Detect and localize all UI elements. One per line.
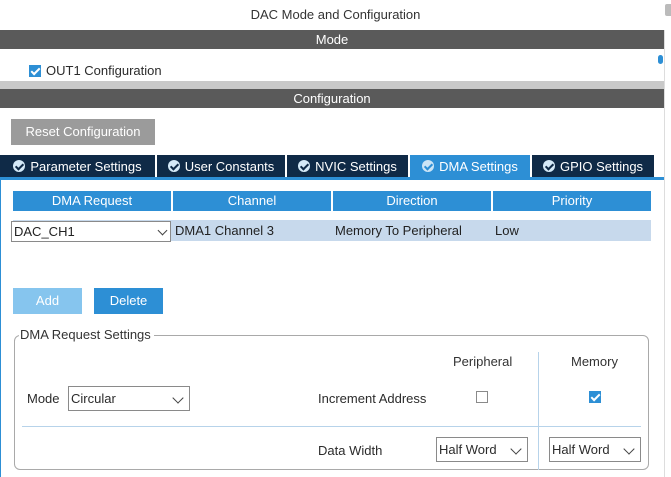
column-header-direction[interactable]: Direction (333, 191, 493, 211)
settings-tabs: Parameter Settings User Constants NVIC S… (0, 155, 664, 177)
tab-parameter-settings[interactable]: Parameter Settings (0, 155, 157, 177)
cell-direction[interactable]: Memory To Peripheral (333, 220, 493, 241)
tab-label: NVIC Settings (315, 158, 397, 174)
tab-gpio-settings[interactable]: GPIO Settings (532, 155, 656, 177)
mode-scrollbar[interactable] (657, 49, 664, 83)
cell-priority[interactable]: Low (493, 220, 651, 241)
dma-request-settings-title: DMA Request Settings (19, 327, 154, 342)
check-circle-icon (167, 160, 180, 172)
column-header-priority[interactable]: Priority (493, 191, 651, 211)
dma-request-value: DAC_CH1 (14, 224, 75, 239)
data-width-peripheral-select[interactable]: Half Word (436, 437, 528, 462)
scrollbar-thumb[interactable] (658, 55, 663, 64)
column-divider (538, 352, 539, 470)
out1-label: OUT1 Configuration (46, 63, 162, 78)
dma-request-select[interactable]: DAC_CH1 (11, 221, 171, 242)
increment-memory-checkbox[interactable] (589, 391, 601, 403)
delete-button[interactable]: Delete (94, 288, 163, 314)
tab-dma-settings[interactable]: DMA Settings (410, 155, 532, 177)
tab-label: GPIO Settings (559, 158, 644, 174)
data-width-memory-select[interactable]: Half Word (549, 437, 641, 462)
tab-label: Parameter Settings (30, 158, 142, 174)
column-header-channel[interactable]: Channel (173, 191, 333, 211)
mode-panel-divider[interactable] (0, 81, 664, 89)
right-edge-strip (664, 30, 671, 477)
chevron-down-icon (172, 392, 184, 404)
increment-peripheral-checkbox[interactable] (476, 391, 488, 403)
mode-label: Mode (27, 391, 60, 406)
tab-user-constants[interactable]: User Constants (157, 155, 287, 177)
tab-label: DMA Settings (439, 158, 518, 174)
check-circle-icon (298, 160, 311, 172)
out1-configuration-option[interactable]: OUT1 Configuration (29, 63, 162, 78)
tab-nvic-settings[interactable]: NVIC Settings (287, 155, 410, 177)
window-title: DAC Mode and Configuration (0, 0, 671, 30)
check-circle-icon (542, 160, 555, 172)
peripheral-column-header: Peripheral (453, 354, 513, 369)
check-circle-icon (13, 160, 26, 172)
increment-address-label: Increment Address (318, 391, 427, 406)
memory-column-header: Memory (571, 354, 618, 369)
data-width-label: Data Width (318, 443, 383, 458)
data-width-memory-value: Half Word (552, 442, 610, 457)
table-header-row: DMA Request Channel Direction Priority (13, 191, 651, 211)
reset-configuration-button[interactable]: Reset Configuration (11, 119, 155, 145)
chevron-down-icon (157, 225, 168, 236)
mode-value: Circular (71, 391, 116, 406)
chevron-down-icon (510, 443, 522, 455)
mode-select[interactable]: Circular (68, 386, 190, 411)
column-header-dma-request[interactable]: DMA Request (13, 191, 173, 211)
mode-section-header: Mode (0, 30, 664, 49)
window-corner-marker (665, 4, 671, 16)
row-divider (22, 426, 641, 427)
tab-label: User Constants (184, 158, 275, 174)
chevron-down-icon (623, 443, 635, 455)
check-circle-icon (422, 160, 435, 172)
out1-checkbox[interactable] (29, 64, 41, 77)
configuration-section-header: Configuration (0, 89, 664, 108)
cell-channel: DMA1 Channel 3 (175, 223, 274, 238)
data-width-peripheral-value: Half Word (439, 442, 497, 457)
add-button[interactable]: Add (13, 288, 82, 314)
